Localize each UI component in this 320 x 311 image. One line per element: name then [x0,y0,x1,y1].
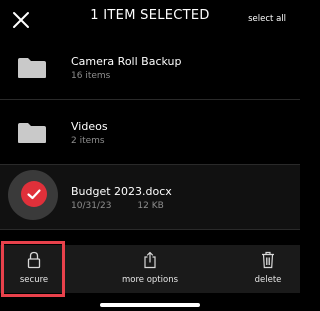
trash-icon [262,251,274,269]
file-meta: 10/31/23 12 KB [71,201,164,211]
folder-icon [18,123,46,143]
close-button[interactable] [10,9,32,31]
file-size: 12 KB [137,201,164,211]
action-toolbar: secure more options delete [0,245,300,293]
file-name: Videos [71,120,108,133]
folder-icon [18,58,46,78]
file-meta: 2 items [71,136,105,146]
home-indicator[interactable] [100,303,200,307]
secure-button[interactable]: secure [6,245,62,293]
checkmark-icon [27,189,41,200]
app-screen: 1 ITEM SELECTED select all Camera Roll B… [0,0,300,311]
lock-icon [27,251,41,269]
file-name: Budget 2023.docx [71,185,172,198]
selection-indicator[interactable] [8,170,58,220]
file-list: Camera Roll Backup 16 items Videos 2 ite… [0,35,300,230]
close-icon [13,12,29,28]
delete-label: delete [254,275,282,285]
selection-header: 1 ITEM SELECTED select all [0,0,300,40]
file-name: Camera Roll Backup [71,55,182,68]
delete-button[interactable]: delete [244,245,292,293]
file-date: 10/31/23 [71,201,112,211]
selected-badge [21,181,47,207]
more-options-button[interactable]: more options [110,245,190,293]
file-row-videos[interactable]: Videos 2 items [0,100,300,165]
secure-label: secure [19,275,49,285]
file-meta: 16 items [71,71,111,81]
file-row-budget-2023[interactable]: Budget 2023.docx 10/31/23 12 KB [0,165,300,230]
file-row-camera-roll-backup[interactable]: Camera Roll Backup 16 items [0,35,300,100]
select-all-button[interactable]: select all [248,14,286,24]
more-options-label: more options [121,275,179,285]
share-icon [144,251,156,269]
